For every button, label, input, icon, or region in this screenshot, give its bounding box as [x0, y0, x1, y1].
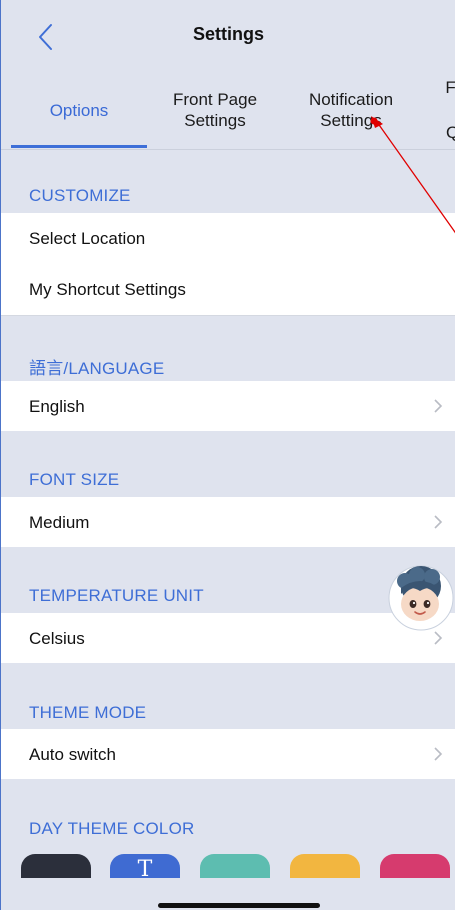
list-item-language[interactable]: English — [1, 381, 455, 431]
tab-label-line2: Settings — [320, 111, 382, 130]
list-item-value: Celsius — [29, 629, 85, 648]
chevron-right-icon — [434, 515, 443, 529]
tab-label: Front Page Settings — [173, 89, 257, 131]
tab-label: Notification Settings — [309, 89, 393, 131]
list-item-label: My Shortcut Settings — [29, 280, 186, 299]
floating-assistant-avatar[interactable] — [387, 564, 455, 632]
section-title-font-size: FONT SIZE — [29, 470, 120, 489]
tab-bar: Options Front Page Settings Notification… — [1, 72, 455, 150]
list-item-theme-mode[interactable]: Auto switch — [1, 729, 455, 779]
tab-options[interactable]: Options — [11, 72, 147, 148]
divider — [1, 315, 455, 316]
list-item-my-shortcut-settings[interactable]: My Shortcut Settings — [1, 264, 455, 315]
tab-label-line2: Q — [446, 123, 455, 142]
section-title-language: 語言/LANGUAGE — [29, 359, 165, 378]
tab-label-line2: Settings — [184, 111, 246, 130]
list-item-select-location[interactable]: Select Location — [1, 213, 455, 264]
settings-screen: Settings Options Front Page Settings Not… — [0, 0, 455, 910]
page-title: Settings — [192, 24, 264, 44]
tab-partial-next[interactable]: F Q — [435, 72, 455, 148]
tab-label-line1: F — [445, 78, 455, 97]
tab-label-line1: Notification — [308, 90, 394, 109]
tab-notification-settings[interactable]: Notification Settings — [283, 72, 419, 148]
list-item-font-size[interactable]: Medium — [1, 497, 455, 547]
nav-bar: Settings — [1, 0, 455, 72]
section-title-temperature-unit: TEMPERATURE UNIT — [29, 586, 204, 605]
home-indicator — [158, 903, 320, 908]
section-title-customize: CUSTOMIZE — [29, 186, 131, 205]
chevron-right-icon — [434, 631, 443, 645]
list-item-value: English — [29, 397, 85, 416]
tab-bar-divider — [1, 149, 455, 150]
customize-group: Select Location My Shortcut Settings — [1, 213, 455, 315]
tab-label: F Q — [435, 78, 455, 142]
chevron-right-icon — [434, 747, 443, 761]
section-title-theme-mode: THEME MODE — [29, 703, 147, 722]
tab-front-page-settings[interactable]: Front Page Settings — [147, 72, 283, 148]
list-item-value: Auto switch — [29, 745, 116, 764]
tab-label-line1: Front Page — [172, 90, 258, 109]
tab-label: Options — [49, 100, 109, 120]
active-tab-indicator — [11, 145, 147, 148]
list-item-value: Medium — [29, 513, 90, 532]
list-item-label: Select Location — [29, 229, 146, 248]
chevron-right-icon — [434, 399, 443, 413]
section-title-day-theme-color: DAY THEME COLOR — [29, 819, 195, 838]
